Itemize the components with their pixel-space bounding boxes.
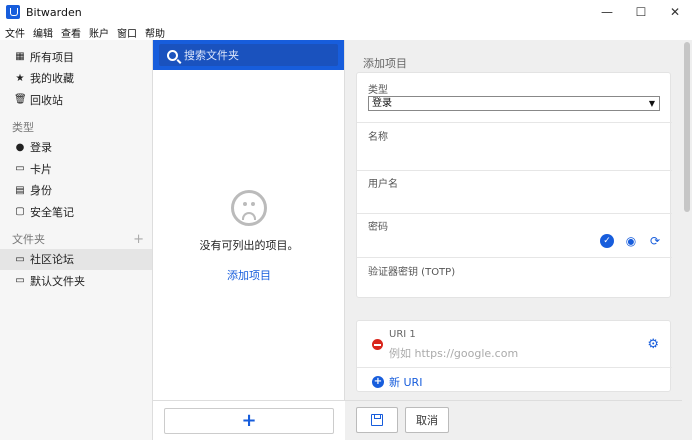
sidebar-item-identity[interactable]: ▤ 身份 (0, 180, 152, 202)
totp-label: 验证器密钥 (TOTP) (368, 267, 456, 278)
detail-title: 添加项目 (363, 57, 407, 70)
name-field[interactable]: 名称 (357, 123, 672, 171)
totp-field[interactable]: 验证器密钥 (TOTP) (357, 258, 672, 299)
detail-footer: 取消 (345, 400, 682, 440)
sidebar-item-card[interactable]: ▭ 卡片 (0, 158, 152, 180)
uri-card: URI 1 例如 https://google.com ⚙ + 新 URI (356, 320, 672, 392)
types-heading: 类型 (12, 120, 34, 134)
menu-bar: 文件 编辑 查看 账户 窗口 帮助 (0, 24, 692, 40)
sidebar-item-label: 社区论坛 (30, 253, 74, 267)
sidebar-item-folder-default[interactable]: ▭ 默认文件夹 (0, 270, 152, 292)
add-item-button[interactable]: + (164, 407, 334, 434)
refresh-icon[interactable]: ⟳ (648, 234, 662, 248)
scrollbar-thumb[interactable] (684, 42, 690, 212)
save-button[interactable] (356, 407, 398, 433)
chevron-down-icon: ▼ (648, 99, 655, 108)
window-title: Bitwarden (26, 5, 82, 19)
uri-input[interactable]: 例如 https://google.com (389, 345, 518, 361)
gear-icon[interactable]: ⚙ (647, 337, 659, 352)
menu-edit[interactable]: 编辑 (33, 25, 53, 40)
sad-face-icon (231, 190, 267, 226)
menu-window[interactable]: 窗口 (117, 25, 137, 40)
search-placeholder: 搜索文件夹 (184, 49, 239, 62)
folder-icon: ▭ (15, 253, 25, 265)
maximize-button[interactable]: ☐ (624, 0, 658, 24)
cancel-button[interactable]: 取消 (405, 407, 449, 433)
sidebar-item-all-items[interactable]: ▦ 所有项目 (0, 46, 152, 68)
sidebar-item-label: 回收站 (30, 93, 63, 107)
empty-message: 没有可列出的项目。 (199, 239, 299, 252)
search-bar: 搜索文件夹 (153, 40, 344, 70)
save-icon (371, 414, 383, 426)
item-fields-card: 类型 登录 ▼ 名称 用户名 密码 ✓ ◉ ⟳ 验证器密钥 (TOTP) (356, 72, 672, 299)
username-label: 用户名 (368, 179, 398, 190)
title-bar: Bitwarden — ☐ ✕ (0, 0, 692, 24)
menu-account[interactable]: 账户 (89, 25, 109, 40)
folders-heading: 文件夹 + (0, 229, 152, 249)
sidebar-item-folder-community[interactable]: ▭ 社区论坛 (0, 248, 152, 270)
plus-circle-icon: + (372, 376, 384, 388)
sidebar-item-login[interactable]: ● 登录 (0, 137, 152, 159)
search-input[interactable]: 搜索文件夹 (159, 44, 338, 66)
id-card-icon: ▤ (15, 184, 25, 196)
type-select[interactable]: 登录 ▼ (368, 96, 660, 111)
sidebar-item-label: 默认文件夹 (30, 274, 85, 288)
window-controls: — ☐ ✕ (590, 0, 692, 24)
type-label: 类型 (368, 85, 388, 96)
sidebar-item-label: 我的收藏 (30, 72, 74, 86)
password-label: 密码 (368, 222, 388, 233)
type-field: 类型 登录 ▼ (357, 73, 672, 123)
search-icon (167, 49, 178, 61)
check-password-icon[interactable]: ✓ (600, 234, 614, 248)
globe-icon: ● (15, 141, 25, 153)
scrollbar[interactable] (682, 40, 692, 440)
sidebar-item-trash[interactable]: 🗑 回收站 (0, 89, 152, 111)
sidebar-item-label: 所有项目 (30, 50, 74, 64)
sidebar-item-secure-note[interactable]: ▢ 安全笔记 (0, 201, 152, 223)
eye-icon[interactable]: ◉ (624, 234, 638, 248)
minimize-button[interactable]: — (590, 0, 624, 24)
credit-card-icon: ▭ (15, 163, 25, 175)
sidebar: ▦ 所有项目 ★ 我的收藏 🗑 回收站 类型 ● 登录 ▭ 卡片 ▤ 身份 ▢ … (0, 40, 153, 440)
divider (357, 367, 672, 368)
menu-view[interactable]: 查看 (61, 25, 81, 40)
folders-heading-label: 文件夹 (12, 232, 45, 246)
new-uri-button[interactable]: + 新 URI (372, 374, 422, 390)
remove-uri-icon[interactable] (372, 339, 383, 350)
sidebar-item-label: 卡片 (30, 162, 52, 176)
close-button[interactable]: ✕ (658, 0, 692, 24)
note-icon: ▢ (15, 206, 25, 218)
sidebar-item-label: 登录 (30, 141, 52, 155)
grid-icon: ▦ (15, 51, 25, 63)
menu-file[interactable]: 文件 (5, 25, 25, 40)
name-label: 名称 (368, 132, 388, 143)
username-field[interactable]: 用户名 (357, 171, 672, 214)
sidebar-item-label: 身份 (30, 184, 52, 198)
folder-icon: ▭ (15, 275, 25, 287)
item-detail-pane: 添加项目 类型 登录 ▼ 名称 用户名 密码 ✓ ◉ ⟳ 验证器密钥 (TOTP… (345, 40, 682, 440)
password-field[interactable]: 密码 ✓ ◉ ⟳ (357, 214, 672, 258)
new-uri-label: 新 URI (389, 376, 423, 389)
sidebar-item-label: 安全笔记 (30, 205, 74, 219)
star-icon: ★ (15, 72, 25, 84)
uri-label: URI 1 (389, 329, 416, 340)
menu-help[interactable]: 帮助 (145, 25, 165, 40)
empty-state: 没有可列出的项目。 添加项目 (153, 190, 345, 283)
password-actions: ✓ ◉ ⟳ (600, 234, 662, 248)
type-select-value: 登录 (372, 98, 392, 109)
trash-icon: 🗑 (14, 94, 27, 106)
sidebar-item-favorites[interactable]: ★ 我的收藏 (0, 68, 152, 90)
add-item-link[interactable]: 添加项目 (153, 267, 345, 283)
list-footer: + (153, 400, 345, 440)
add-folder-icon[interactable]: + (133, 232, 144, 247)
bitwarden-logo-icon (6, 5, 20, 19)
items-list-pane: 搜索文件夹 没有可列出的项目。 添加项目 + (153, 40, 345, 440)
